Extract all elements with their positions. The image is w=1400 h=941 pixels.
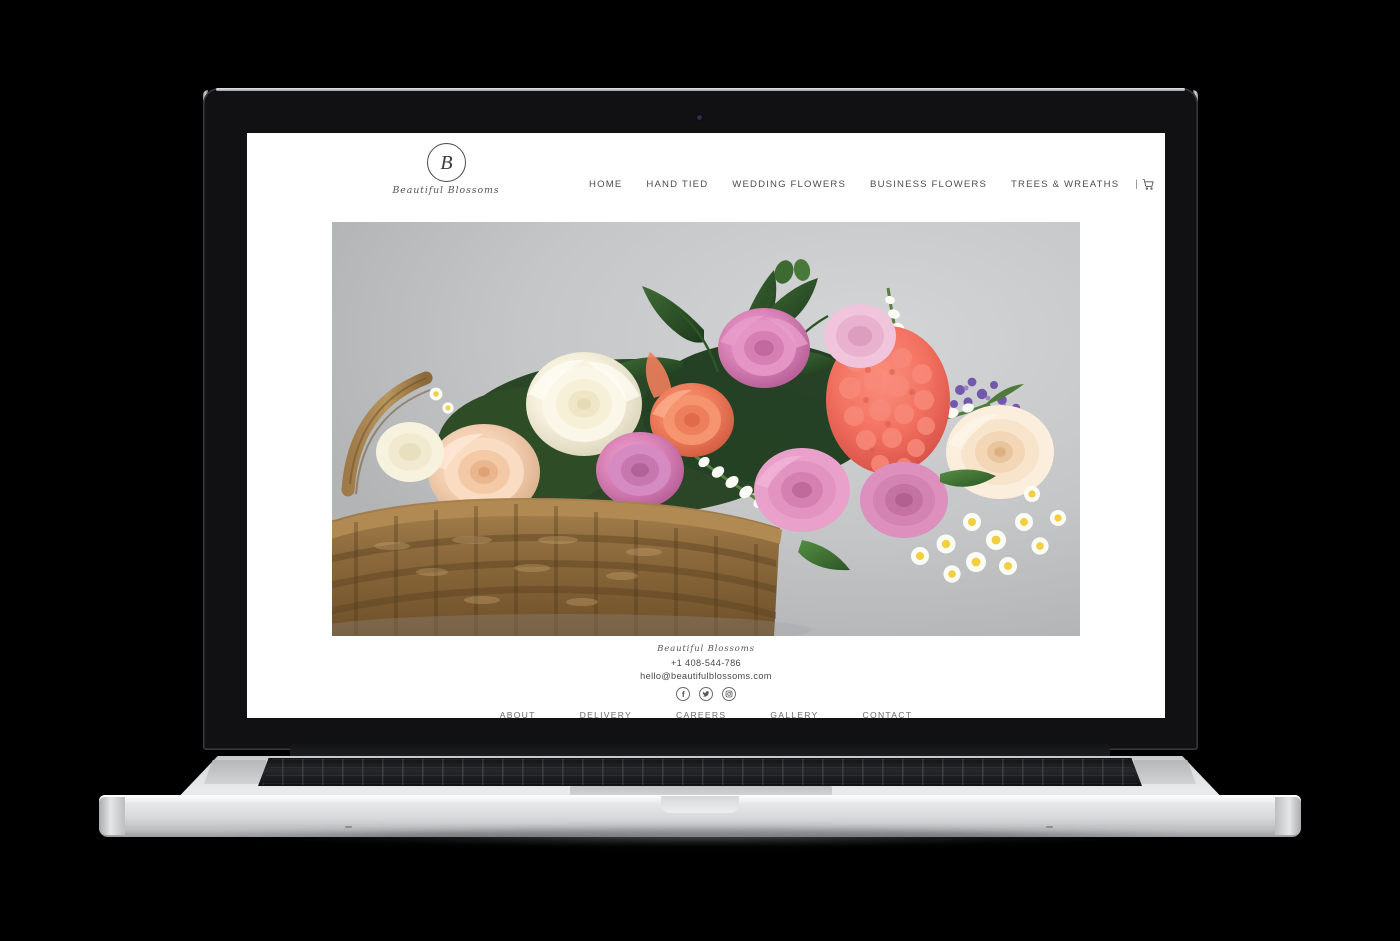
base-corner-right	[1275, 797, 1301, 835]
browser-viewport: B Beautiful Blossoms HOME HAND TIED WEDD…	[247, 133, 1165, 718]
speaker-grille-right	[1134, 760, 1196, 784]
footer-navigation: ABOUT DELIVERY CAREERS GALLERY CONTACT	[247, 710, 1165, 718]
hero-photo	[332, 222, 1080, 636]
webcam-icon	[697, 115, 702, 120]
nav-separator: |	[1135, 179, 1138, 190]
circle-monogram-icon: B	[426, 143, 466, 182]
main-navigation: HOME HAND TIED WEDDING FLOWERS BUSINESS …	[577, 178, 1157, 191]
footer-phone[interactable]: +1 408-544-786	[247, 658, 1165, 668]
nav-item-business-flowers[interactable]: BUSINESS FLOWERS	[858, 179, 999, 190]
instagram-icon[interactable]	[722, 687, 736, 701]
brand-name: Beautiful Blossoms	[392, 185, 500, 196]
footer-link-delivery[interactable]: DELIVERY	[558, 710, 654, 718]
brand-logo[interactable]: B Beautiful Blossoms	[371, 143, 521, 196]
facebook-icon[interactable]	[676, 687, 690, 701]
nav-item-trees-and-wreaths[interactable]: TREES & WREATHS	[999, 179, 1131, 190]
nav-item-home[interactable]: HOME	[577, 179, 634, 190]
social-links	[247, 687, 1165, 701]
laptop-front-notch	[661, 796, 739, 813]
brand-monogram: B	[440, 151, 452, 174]
footer-link-about[interactable]: ABOUT	[478, 710, 558, 718]
lid-edge-top	[216, 88, 1185, 91]
twitter-icon[interactable]	[699, 687, 713, 701]
shopping-cart-icon[interactable]	[1142, 178, 1157, 191]
speaker-grille-left	[204, 760, 266, 784]
footer-link-contact[interactable]: CONTACT	[841, 710, 935, 718]
nav-item-wedding-flowers[interactable]: WEDDING FLOWERS	[720, 179, 858, 190]
site-footer: Beautiful Blossoms +1 408-544-786 hello@…	[247, 636, 1165, 718]
site-header: B Beautiful Blossoms HOME HAND TIED WEDD…	[247, 133, 1165, 222]
footer-link-careers[interactable]: CAREERS	[654, 710, 748, 718]
laptop-mockup: B Beautiful Blossoms HOME HAND TIED WEDD…	[0, 0, 1400, 941]
footer-email[interactable]: hello@beautifulblossoms.com	[247, 671, 1165, 681]
keyboard-keys	[262, 759, 1138, 785]
footer-brand-name: Beautiful Blossoms	[657, 644, 755, 654]
hero-image	[332, 222, 1080, 636]
footer-link-gallery[interactable]: GALLERY	[748, 710, 840, 718]
floor-shadow	[60, 832, 1340, 848]
nav-item-hand-tied[interactable]: HAND TIED	[634, 179, 720, 190]
base-corner-left	[99, 797, 125, 835]
